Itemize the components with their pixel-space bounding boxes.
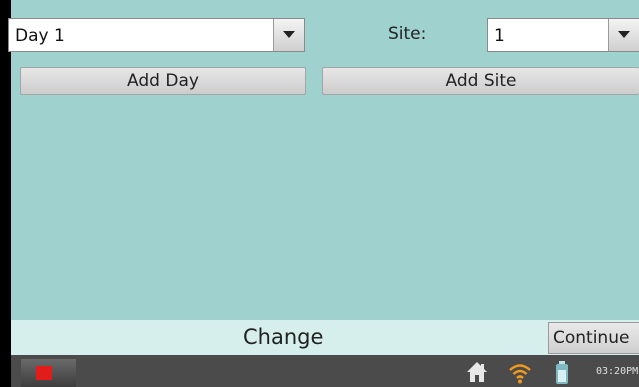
clock: 03:20PM (596, 366, 639, 377)
site-label: Site: (388, 24, 427, 44)
chevron-down-icon (618, 31, 630, 38)
wifi-icon (509, 364, 531, 384)
taskbar (11, 355, 639, 387)
day-dropdown-arrow-button[interactable] (273, 19, 304, 51)
battery-icon (556, 361, 568, 384)
chevron-down-icon (283, 31, 295, 38)
site-dropdown[interactable]: 1 (487, 18, 639, 52)
day-dropdown-value: Day 1 (15, 26, 65, 46)
change-bar: Change (11, 320, 639, 355)
day-dropdown[interactable]: Day 1 (8, 18, 305, 52)
stop-button[interactable] (21, 359, 76, 387)
add-day-button[interactable]: Add Day (20, 67, 306, 95)
site-dropdown-value: 1 (494, 26, 505, 46)
app-screen: Day 1 Site: 1 Add Day Add Site Change Co… (0, 0, 639, 387)
stop-icon (36, 366, 52, 380)
add-site-button[interactable]: Add Site (322, 67, 639, 95)
continue-button[interactable]: Continue (548, 322, 639, 354)
change-label: Change (243, 325, 324, 349)
site-dropdown-arrow-button[interactable] (608, 19, 639, 51)
home-icon[interactable] (466, 361, 488, 383)
